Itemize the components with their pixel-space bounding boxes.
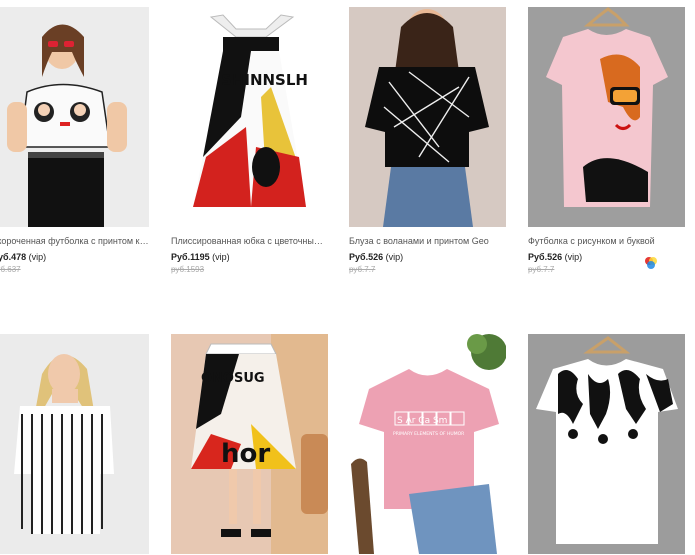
skirt-print-text: SHINNSLH — [221, 71, 308, 89]
product-image[interactable] — [528, 334, 685, 554]
product-title[interactable]: Футболка с рисунком и буквой — [528, 236, 685, 246]
vip-label: (vip) — [212, 252, 230, 262]
product-image[interactable] — [528, 7, 685, 227]
product-image[interactable] — [349, 7, 506, 227]
old-price: руб.7.7 — [349, 265, 376, 274]
vip-label: (vip) — [28, 252, 47, 262]
price-value: Руб.478 — [0, 252, 27, 262]
product-image[interactable]: ONOSUG hor — [171, 334, 328, 554]
svg-text:hor: hor — [221, 439, 270, 469]
product-image[interactable] — [0, 7, 149, 227]
vip-label: (vip) — [385, 252, 404, 262]
product-image[interactable]: S Ar Ca Sm PRIMARY ELEMENTS OF HUMOR — [349, 334, 506, 554]
product-title[interactable]: Укороченная футболка с принтом комик... — [0, 236, 149, 246]
vip-label: (vip) — [564, 252, 583, 262]
product-image[interactable] — [0, 334, 149, 554]
tee-print-text: S Ar Ca Sm — [397, 416, 447, 426]
price-value: Руб.1195 — [171, 252, 210, 262]
product-price: Руб.478 (vip) — [0, 252, 46, 262]
skirt-print-text: ONOSUG — [201, 371, 265, 386]
color-options-icon[interactable] — [644, 256, 658, 270]
old-price: руб.637 — [0, 265, 21, 274]
old-price: руб.7.7 — [528, 265, 555, 274]
price-value: Руб.526 — [349, 252, 384, 262]
product-price: Руб.526 (vip) — [349, 252, 403, 262]
price-value: Руб.526 — [528, 252, 563, 262]
product-price: Руб.1195 (vip) — [171, 252, 230, 262]
tee-subtext: PRIMARY ELEMENTS OF HUMOR — [393, 431, 464, 437]
old-price: руб.1593 — [171, 265, 205, 274]
product-image[interactable]: SHINNSLH — [171, 7, 328, 227]
product-title[interactable]: Плиссированная юбка с цветочным при... — [171, 236, 328, 246]
product-price: Руб.526 (vip) — [528, 252, 582, 262]
product-title[interactable]: Блуза с воланами и принтом Geo — [349, 236, 506, 246]
